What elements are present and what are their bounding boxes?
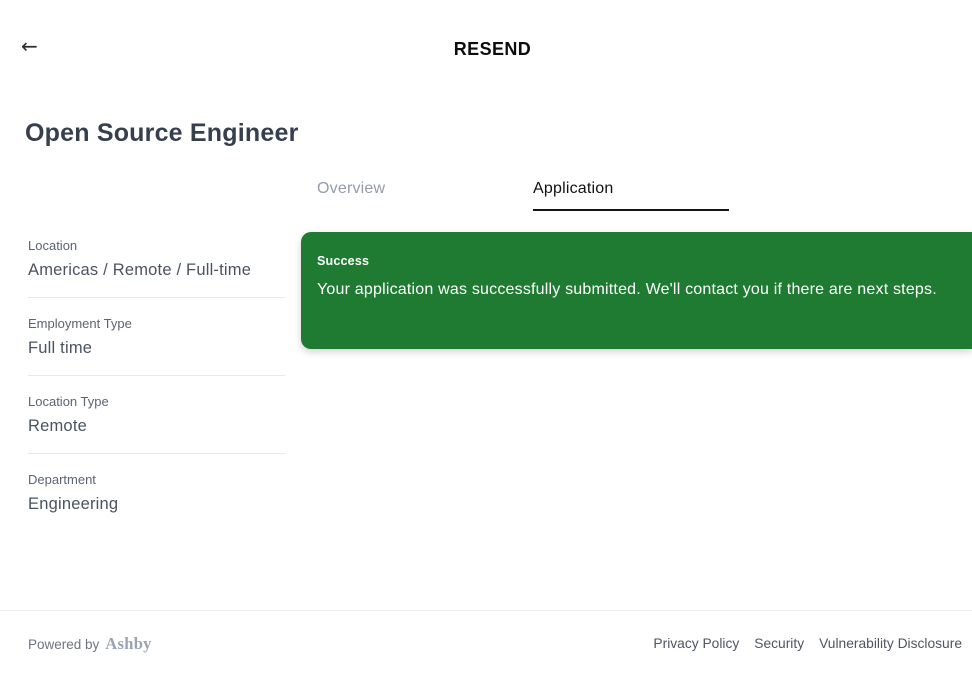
powered-by: Powered by Ashby xyxy=(28,634,152,654)
tab-overview-label: Overview xyxy=(317,180,386,197)
active-tab-indicator xyxy=(533,208,729,211)
detail-location-type-value: Remote xyxy=(28,417,87,435)
job-details-list: Location Americas / Remote / Full-time E… xyxy=(28,230,285,531)
ashby-logo[interactable]: Ashby xyxy=(105,634,151,654)
success-banner-message: Your application was successfully submit… xyxy=(317,281,937,298)
detail-department-label: Department xyxy=(28,472,96,487)
footer-links: Privacy Policy Security Vulnerability Di… xyxy=(653,636,962,651)
detail-location-type-label: Location Type xyxy=(28,394,109,409)
powered-by-label: Powered by xyxy=(28,636,100,652)
tab-application-label: Application xyxy=(533,180,614,197)
page-title: Open Source Engineer xyxy=(25,119,299,147)
detail-employment-type-value: Full time xyxy=(28,339,93,357)
company-title: RESEND xyxy=(453,39,532,59)
tab-bar: Overview Application xyxy=(317,180,729,211)
success-banner: Success Your application was successfull… xyxy=(301,232,972,349)
detail-employment-type: Employment Type Full time xyxy=(28,298,285,376)
detail-location-label: Location xyxy=(28,238,78,253)
success-banner-title: Success xyxy=(317,254,370,268)
vulnerability-disclosure-link[interactable]: Vulnerability Disclosure xyxy=(819,636,962,651)
security-link[interactable]: Security xyxy=(754,636,804,651)
detail-employment-type-label: Employment Type xyxy=(28,316,132,331)
detail-location-value: Americas / Remote / Full-time xyxy=(28,261,252,279)
tab-overview[interactable]: Overview xyxy=(317,180,513,211)
detail-location-type: Location Type Remote xyxy=(28,376,285,454)
detail-location: Location Americas / Remote / Full-time xyxy=(28,230,285,298)
detail-department-value: Engineering xyxy=(28,495,119,513)
tab-application[interactable]: Application xyxy=(533,180,729,211)
footer: Powered by Ashby Privacy Policy Security… xyxy=(0,610,972,676)
privacy-policy-link[interactable]: Privacy Policy xyxy=(653,636,739,651)
detail-department: Department Engineering xyxy=(28,454,285,531)
